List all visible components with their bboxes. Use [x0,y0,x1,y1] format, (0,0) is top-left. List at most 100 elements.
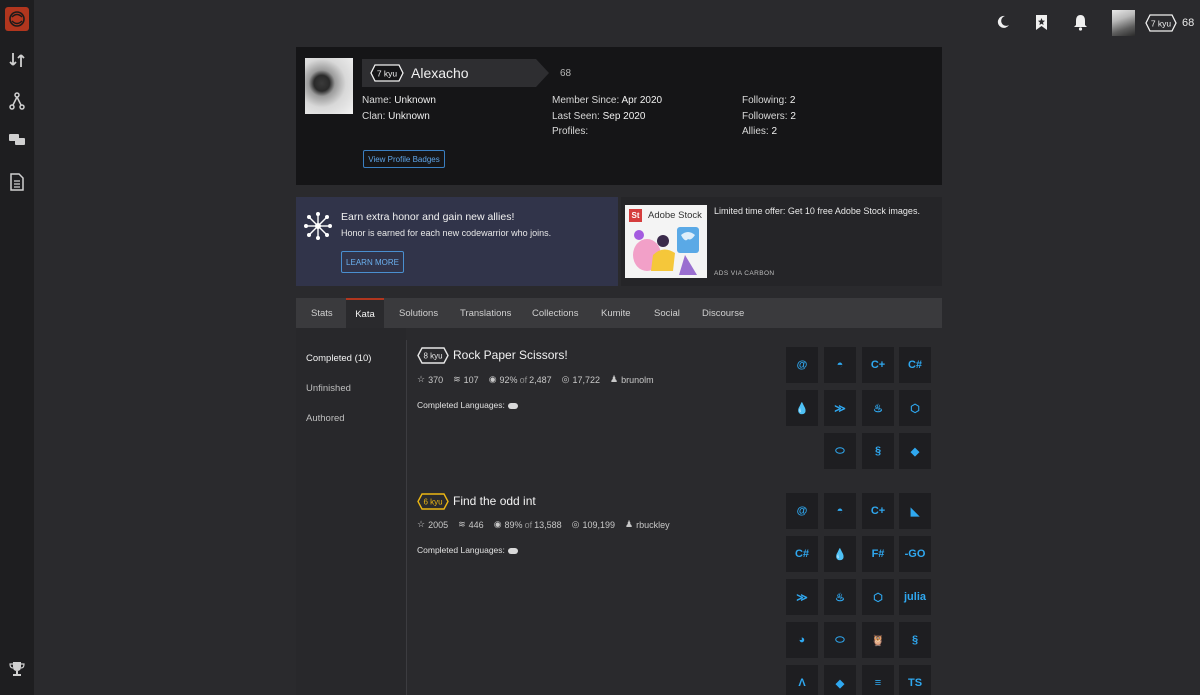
tab-translations[interactable]: Translations [460,298,511,328]
profile-card: 7 kyu Alexacho 68 Name: Unknown Clan: Un… [296,47,942,185]
completed-icon: ◎ [561,374,570,384]
kata-stats: ☆ 2005 ≋ 446 ◉ 89% of 13,588 ◎ 109,199 ♟ rbuckl… [417,519,680,530]
dark-mode-icon[interactable] [993,12,1013,32]
javascript-icon[interactable]: ⬡ [899,390,931,426]
elixir-icon[interactable]: 💧 [786,390,818,426]
nav-completed[interactable]: Completed (10) [306,353,371,364]
learn-more-button[interactable]: LEARN MORE [341,251,404,273]
profile-tabs: Stats Kata Solutions Translations Collec… [296,298,942,328]
carbon-ad[interactable]: St Adobe Stock Limited time offer: Get 1… [621,197,942,286]
ad-text[interactable]: Limited time offer: Get 10 free Adobe St… [714,206,934,216]
javascript-icon[interactable]: ⬡ [862,579,894,615]
bell-icon[interactable] [1070,12,1090,32]
crystal-icon[interactable]: ◓ [824,493,856,529]
allies-row[interactable]: Allies: 2 [742,124,796,140]
docs-icon[interactable] [7,172,27,192]
java-icon[interactable]: ♨ [824,579,856,615]
clan-label: Clan: [362,110,386,122]
csharp-icon[interactable]: C# [899,347,931,383]
tab-stats[interactable]: Stats [311,298,333,328]
python-icon[interactable]: § [899,622,931,658]
kata-author[interactable]: rbuckley [636,520,670,530]
kata-filter-nav: Completed (10) Unfinished Authored [296,328,406,695]
tab-kata[interactable]: Kata [346,298,384,328]
kata-title[interactable]: Rock Paper Scissors! [453,348,568,362]
ruby-icon[interactable]: ◆ [899,433,931,469]
nav-authored[interactable]: Authored [306,413,345,424]
completed-icon: ◎ [571,519,580,529]
typescript-icon[interactable]: TS [899,665,931,695]
kata-title[interactable]: Find the odd int [453,494,536,508]
nav-unfinished[interactable]: Unfinished [306,383,351,394]
tab-kumite[interactable]: Kumite [601,298,631,328]
collections-icon: ≋ [458,519,466,529]
fork-icon[interactable] [7,91,27,111]
profile-info-col-1: Name: Unknown Clan: Unknown [362,93,436,124]
completed-languages-label: Completed Languages: [417,400,505,410]
trophy-icon[interactable] [7,659,27,679]
cpp-icon[interactable]: C+ [862,347,894,383]
view-profile-badges-button[interactable]: View Profile Badges [363,150,445,168]
tab-discourse[interactable]: Discourse [702,298,744,328]
csharp-icon[interactable]: C# [786,536,818,572]
codewars-logo[interactable] [5,7,29,31]
haskell-icon[interactable]: ≫ [824,390,856,426]
tab-social[interactable]: Social [654,298,680,328]
completed-languages: Completed Languages: [417,545,518,555]
name-value: Unknown [394,95,436,106]
completed-count: 17,722 [572,374,600,385]
ad-image[interactable]: St Adobe Stock [625,205,707,278]
completed-languages-label: Completed Languages: [417,545,505,555]
crystal-icon[interactable]: ◓ [824,347,856,383]
ocaml-icon[interactable]: ⬭ [824,622,856,658]
clan-value: Unknown [388,110,430,122]
last-seen-row: Last Seen: Sep 2020 [552,109,662,125]
stars-count: 2005 [428,519,449,530]
followers-row[interactable]: Followers: 2 [742,109,796,125]
php-icon[interactable]: 🦉 [862,622,894,658]
dart-icon[interactable]: ◣ [899,493,931,529]
name-banner: 7 kyu Alexacho [362,59,549,87]
go-icon[interactable]: -GO [899,536,931,572]
votes-count: 13,588 [534,519,562,530]
bookmark-icon[interactable] [1031,12,1051,32]
reason-icon[interactable]: Λ [786,665,818,695]
followers-value: 2 [790,110,796,122]
ruby-icon[interactable]: ◆ [824,665,856,695]
java-icon[interactable]: ♨ [862,390,894,426]
solidity-icon[interactable]: ≡ [862,665,894,695]
following-row[interactable]: Following: 2 [742,93,796,109]
julia-icon[interactable]: julia [899,579,931,615]
user-avatar[interactable] [1112,10,1135,36]
completed-count: 109,199 [582,519,616,530]
votes-count: 2,487 [529,374,552,385]
discussion-icon[interactable] [7,130,27,150]
collections-icon: ≋ [453,374,461,384]
satisfaction-rating: 89% [504,519,523,530]
coffeescript-icon[interactable]: @ [786,493,818,529]
name-label: Name: [362,95,392,106]
haskell-icon[interactable]: ≫ [786,579,818,615]
kata-rank-text: 8 kyu [423,352,442,361]
profile-honor: 68 [560,68,572,79]
nim-icon[interactable]: ◕ [786,622,818,658]
member-since-row: Member Since: Apr 2020 [552,93,662,109]
sidebar [0,0,34,695]
cpp-icon[interactable]: C+ [862,493,894,529]
fsharp-icon[interactable]: F# [862,536,894,572]
ads-via-carbon[interactable]: ADS VIA CARBON [714,270,775,277]
python-icon[interactable]: § [862,433,894,469]
name-row: Name: Unknown [362,93,436,109]
satisfaction-icon: ◉ [493,519,502,529]
tab-collections[interactable]: Collections [532,298,578,328]
allies-label: Allies: [742,126,769,137]
collections-count: 107 [463,374,479,385]
profile-rank-badge: 7 kyu [370,64,404,82]
honor-count: 68 [1182,17,1195,29]
tab-solutions[interactable]: Solutions [399,298,438,328]
kata-author[interactable]: brunolm [621,375,654,385]
elixir-icon[interactable]: 💧 [824,536,856,572]
ocaml-icon[interactable]: ⬭ [824,433,856,469]
coffeescript-icon[interactable]: @ [786,347,818,383]
practice-icon[interactable] [7,50,27,70]
